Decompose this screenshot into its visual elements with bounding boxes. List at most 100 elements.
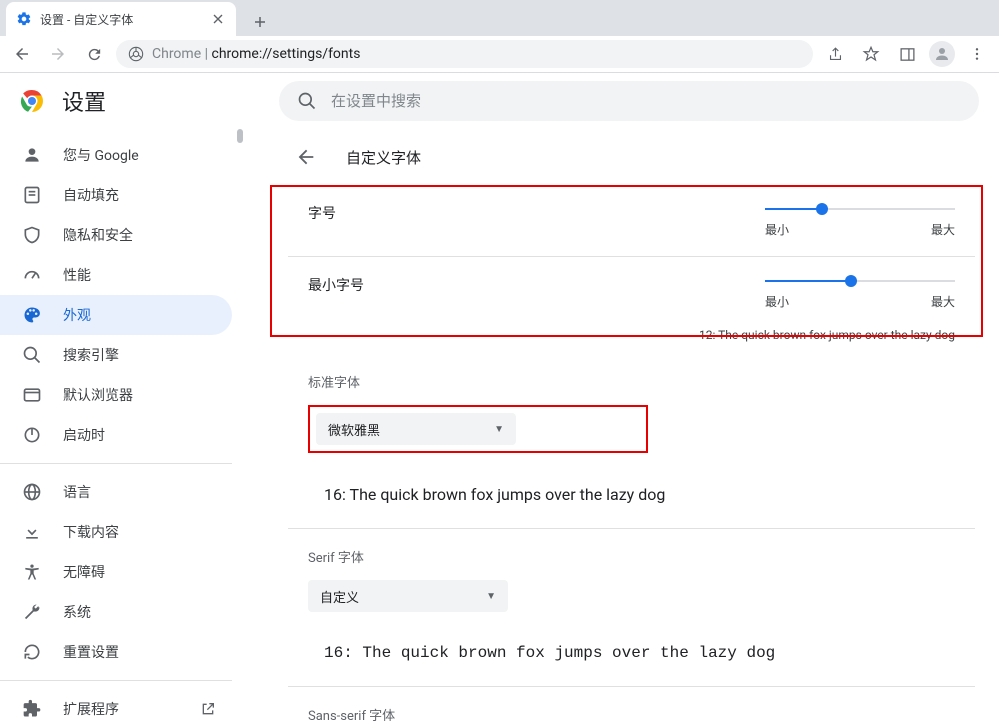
kebab-menu-icon[interactable]: [963, 40, 991, 68]
slider-max-label: 最大: [931, 293, 955, 310]
divider: [0, 680, 232, 681]
serif-font-label: Serif 字体: [308, 547, 975, 566]
sidebar-item-label: 搜索引擎: [63, 345, 119, 365]
page-title-row: 自定义字体: [288, 129, 975, 185]
sidebar-item-accessibility[interactable]: 无障碍: [0, 552, 232, 592]
url-text: Chrome | chrome://settings/fonts: [152, 46, 360, 62]
page-title: 自定义字体: [346, 147, 421, 168]
min-font-size-label: 最小字号: [308, 275, 364, 295]
sidebar-item-autofill[interactable]: 自动填充: [0, 175, 232, 215]
slider-min-label: 最小: [765, 221, 789, 238]
palette-icon: [22, 305, 42, 325]
sidebar-item-label: 性能: [63, 265, 91, 285]
sidebar-item-system[interactable]: 系统: [0, 592, 232, 632]
search-icon: [297, 91, 317, 111]
star-icon[interactable]: [857, 40, 885, 68]
sidebar-item-default-browser[interactable]: 默认浏览器: [0, 375, 232, 415]
power-icon: [22, 425, 42, 445]
sidebar-item-downloads[interactable]: 下载内容: [0, 512, 232, 552]
divider: [288, 528, 975, 529]
serif-font-preview: 16: The quick brown fox jumps over the l…: [324, 644, 975, 662]
standard-font-preview: 16: The quick brown fox jumps over the l…: [324, 485, 975, 504]
tab-strip: 设置 - 自定义字体: [0, 0, 999, 36]
sidebar-item-label: 无障碍: [63, 562, 105, 582]
sidebar-item-label: 扩展程序: [63, 699, 119, 719]
back-arrow-button[interactable]: [288, 139, 324, 175]
sidebar-item-startup[interactable]: 启动时: [0, 415, 232, 455]
settings-title: 设置: [62, 85, 106, 117]
chrome-icon: [128, 46, 144, 62]
min-font-size-row: 最小字号 最小 最大: [288, 256, 975, 328]
sidebar-item-you-and-google[interactable]: 您与 Google: [0, 135, 232, 175]
standard-font-label: 标准字体: [308, 372, 975, 391]
sidebar-item-languages[interactable]: 语言: [0, 472, 232, 512]
sidebar-item-extensions[interactable]: 扩展程序: [0, 689, 232, 721]
autofill-icon: [22, 185, 42, 205]
slider-min-label: 最小: [765, 293, 789, 310]
serif-font-select[interactable]: 自定义 ▼: [308, 580, 508, 612]
extension-icon: [22, 699, 42, 719]
share-icon[interactable]: [821, 40, 849, 68]
accessibility-icon: [22, 562, 42, 582]
font-size-slider[interactable]: 最小 最大: [765, 203, 955, 238]
settings-search[interactable]: [279, 81, 979, 121]
sans-serif-font-label: Sans-serif 字体: [308, 705, 975, 721]
download-icon: [22, 522, 42, 542]
sidebar-item-label: 自动填充: [63, 185, 119, 205]
back-button[interactable]: [8, 40, 36, 68]
profile-avatar[interactable]: [929, 41, 955, 67]
sidebar-item-label: 重置设置: [63, 642, 119, 662]
sidebar-item-label: 默认浏览器: [63, 385, 133, 405]
sidebar-item-label: 隐私和安全: [63, 225, 133, 245]
sidebar-item-appearance[interactable]: 外观: [0, 295, 232, 335]
settings-sidebar: 您与 Google 自动填充 隐私和安全 性能 外观 搜索引擎 默认浏览器 启动…: [0, 129, 240, 721]
speedometer-icon: [22, 265, 42, 285]
sidebar-item-label: 语言: [63, 482, 91, 502]
standard-font-select[interactable]: 微软雅黑 ▼: [316, 413, 516, 445]
omnibox[interactable]: Chrome | chrome://settings/fonts: [116, 40, 813, 68]
settings-header: 设置: [0, 73, 999, 129]
person-icon: [22, 145, 42, 165]
chevron-down-icon: ▼: [486, 591, 496, 602]
font-size-card: 字号 最小最大 最小字号 最小最大: [288, 185, 975, 354]
sidebar-item-privacy[interactable]: 隐私和安全: [0, 215, 232, 255]
sidebar-item-label: 下载内容: [63, 522, 119, 542]
highlight-box: 微软雅黑 ▼: [308, 405, 648, 453]
address-bar: Chrome | chrome://settings/fonts: [0, 36, 999, 73]
search-icon: [22, 345, 42, 365]
sidebar-item-performance[interactable]: 性能: [0, 255, 232, 295]
tab-title: 设置 - 自定义字体: [40, 11, 202, 28]
sidebar-item-label: 外观: [63, 305, 91, 325]
sidebar-item-search-engine[interactable]: 搜索引擎: [0, 335, 232, 375]
close-icon[interactable]: [210, 11, 226, 27]
divider: [288, 686, 975, 687]
external-link-icon: [200, 701, 216, 717]
font-size-row: 字号 最小 最大: [288, 185, 975, 256]
sidebar-item-reset[interactable]: 重置设置: [0, 632, 232, 672]
browser-tab[interactable]: 设置 - 自定义字体: [6, 2, 236, 36]
shield-icon: [22, 225, 42, 245]
wrench-icon: [22, 602, 42, 622]
divider: [0, 463, 232, 464]
min-font-size-slider[interactable]: 最小 最大: [765, 275, 955, 310]
search-input[interactable]: [331, 92, 961, 110]
forward-button[interactable]: [44, 40, 72, 68]
gear-icon: [16, 11, 32, 27]
font-size-label: 字号: [308, 203, 336, 223]
new-tab-button[interactable]: [246, 8, 274, 36]
sidebar-item-label: 系统: [63, 602, 91, 622]
select-value: 自定义: [320, 587, 359, 606]
browser-icon: [22, 385, 42, 405]
reload-button[interactable]: [80, 40, 108, 68]
min-font-sample: 12: The quick brown fox jumps over the l…: [288, 328, 975, 354]
sidebar-item-label: 您与 Google: [63, 145, 139, 165]
reset-icon: [22, 642, 42, 662]
side-panel-icon[interactable]: [893, 40, 921, 68]
select-value: 微软雅黑: [328, 420, 380, 439]
settings-main: 自定义字体 字号 最小最大 最小字号: [240, 129, 999, 721]
chrome-logo-icon: [20, 89, 44, 113]
slider-max-label: 最大: [931, 221, 955, 238]
chevron-down-icon: ▼: [494, 424, 504, 435]
sidebar-item-label: 启动时: [63, 425, 105, 445]
globe-icon: [22, 482, 42, 502]
